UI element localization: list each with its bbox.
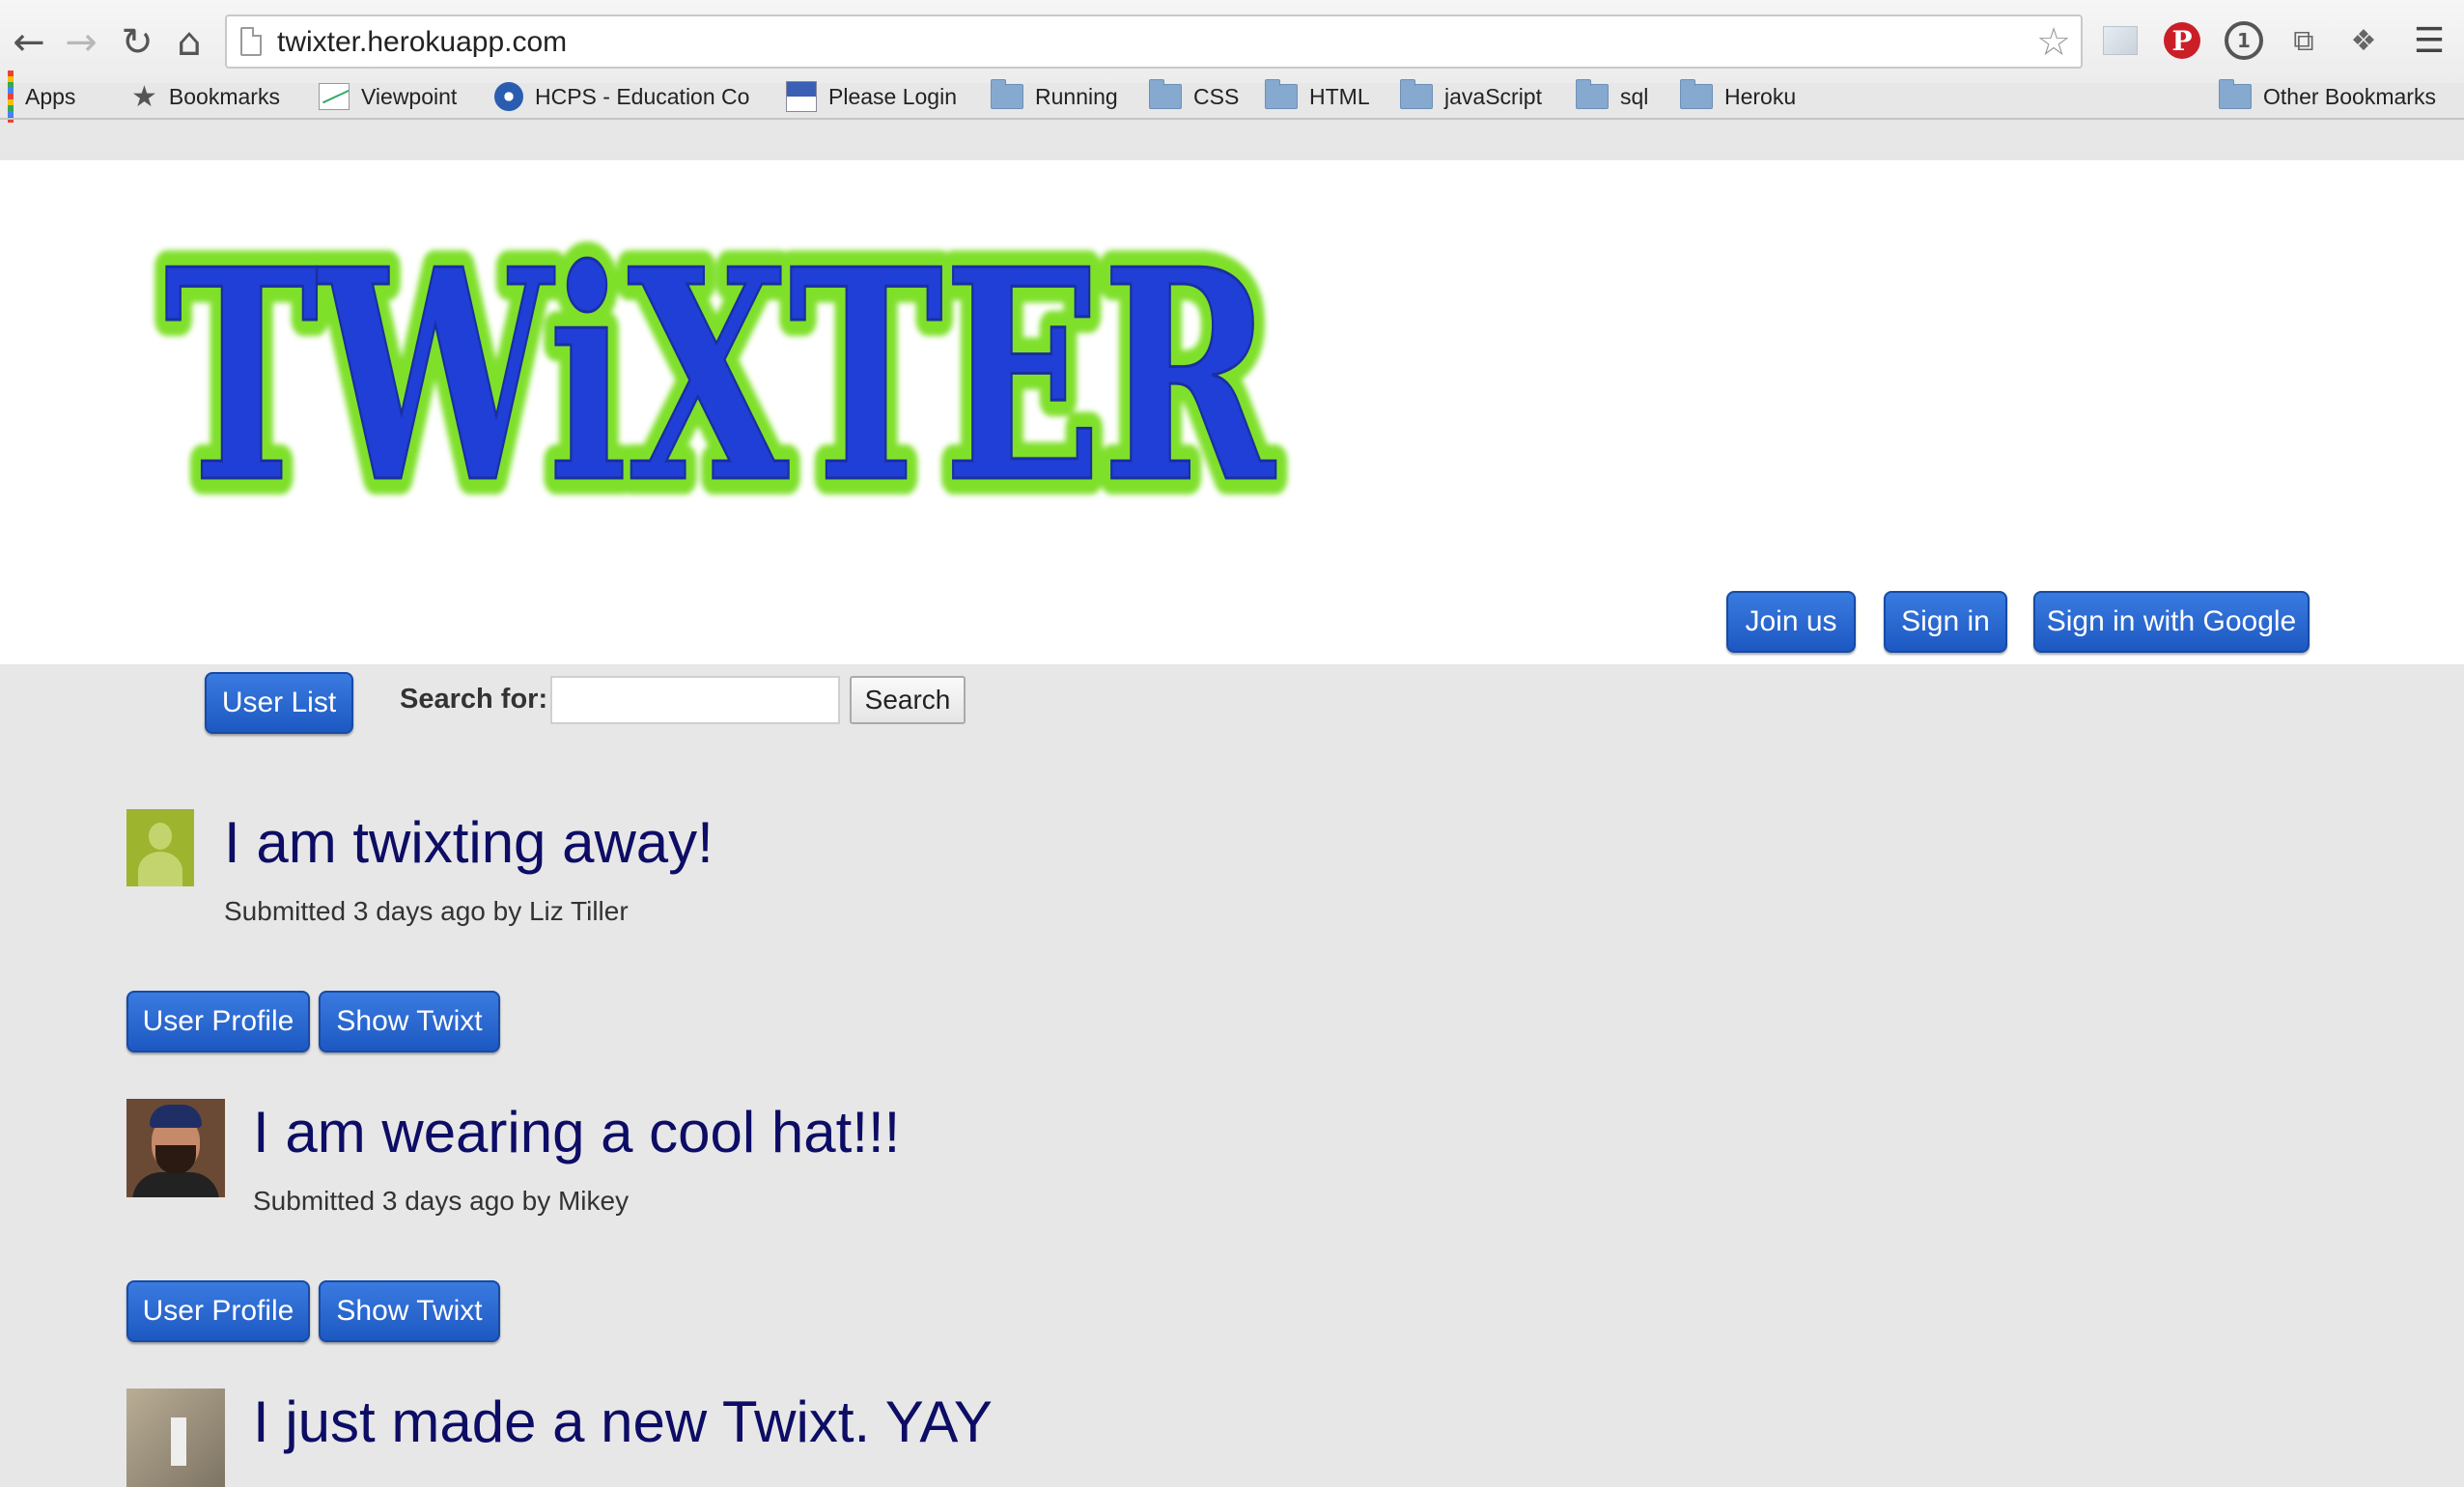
bookmark-bookmarks[interactable]: ★ Bookmarks: [131, 75, 280, 118]
bookmark-other[interactable]: Other Bookmarks: [2219, 75, 2436, 118]
folder-icon: [991, 79, 1023, 109]
star-icon: ★: [131, 79, 157, 114]
bookmark-folder-heroku[interactable]: Heroku: [1680, 75, 1796, 118]
back-arrow-icon[interactable]: ←: [6, 19, 52, 66]
svg-text:TWiXTER: TWiXTER: [164, 206, 1277, 521]
folder-icon: [1576, 79, 1609, 109]
url-text[interactable]: twixter.herokuapp.com: [277, 26, 567, 59]
post-title[interactable]: I am twixting away!: [224, 809, 714, 876]
user-avatar[interactable]: [126, 1389, 225, 1487]
divider: [0, 118, 2464, 120]
forward-arrow-icon[interactable]: →: [58, 19, 104, 66]
password-manager-icon[interactable]: 1: [2225, 21, 2263, 60]
default-avatar[interactable]: [126, 809, 194, 886]
twixter-logo[interactable]: TWiXTER TWiXTER: [145, 183, 1294, 521]
bookmark-label: sql: [1620, 83, 1649, 109]
show-twixt-button[interactable]: Show Twixt: [319, 1280, 500, 1342]
folder-icon: [1265, 79, 1298, 109]
bookmark-label: HTML: [1309, 83, 1370, 109]
bookmark-please-login[interactable]: Please Login: [786, 75, 957, 118]
bookmark-folder-javascript[interactable]: javaScript: [1400, 75, 1542, 118]
search-input[interactable]: [550, 676, 840, 724]
bookmark-label: javaScript: [1444, 83, 1542, 109]
user-profile-button[interactable]: User Profile: [126, 991, 310, 1052]
bookmark-folder-css[interactable]: CSS: [1149, 75, 1239, 118]
user-list-button[interactable]: User List: [205, 672, 353, 734]
post-title[interactable]: I am wearing a cool hat!!!: [253, 1099, 900, 1165]
puzzle-extension-icon[interactable]: ❖: [2344, 21, 2383, 60]
folder-icon: [1149, 79, 1182, 109]
hamburger-menu-icon[interactable]: ☰: [2410, 21, 2449, 61]
pinterest-icon[interactable]: P: [2163, 21, 2201, 60]
bookmark-label: Bookmarks: [168, 83, 280, 109]
bookmark-label: Apps: [25, 83, 76, 109]
photo-extension-icon[interactable]: [2101, 21, 2140, 60]
chart-icon: [319, 83, 350, 110]
bookmark-star-icon[interactable]: ☆: [2036, 20, 2071, 65]
reload-icon[interactable]: ↻: [114, 19, 160, 66]
apps-grid-icon: [8, 70, 14, 123]
globe-icon: [494, 82, 523, 111]
join-us-button[interactable]: Join us: [1726, 591, 1856, 653]
bookmark-label: HCPS - Education Co: [535, 83, 750, 109]
browser-toolbar: ← → ↻ ⌂ twixter.herokuapp.com ☆ P 1 ⧉ ❖ …: [0, 0, 2464, 83]
bookmark-folder-running[interactable]: Running: [991, 75, 1118, 118]
folder-icon: [1400, 79, 1433, 109]
bookmark-label: Other Bookmarks: [2263, 83, 2436, 109]
search-label: Search for:: [400, 684, 548, 715]
folder-icon: [2219, 79, 2252, 109]
site-icon: [786, 81, 817, 112]
bookmark-apps[interactable]: Apps: [8, 70, 76, 123]
user-profile-button[interactable]: User Profile: [126, 1280, 310, 1342]
copy-extension-icon[interactable]: ⧉: [2284, 21, 2323, 60]
bookmark-label: Please Login: [828, 83, 957, 109]
search-button[interactable]: Search: [850, 676, 966, 724]
post-meta: Submitted 3 days ago by Liz Tiller: [224, 896, 629, 926]
bookmark-label: Viewpoint: [361, 83, 458, 109]
google-sign-in-button[interactable]: Sign in with Google: [2033, 591, 2310, 653]
bookmark-hcps[interactable]: HCPS - Education Co: [494, 75, 763, 118]
address-bar[interactable]: twixter.herokuapp.com ☆: [225, 14, 2083, 69]
post-title[interactable]: I just made a new Twixt. YAY: [253, 1389, 993, 1455]
bookmarks-bar: Apps ★ Bookmarks Viewpoint HCPS - Educat…: [0, 70, 2464, 123]
bookmark-viewpoint[interactable]: Viewpoint: [319, 75, 457, 118]
sign-in-button[interactable]: Sign in: [1884, 591, 2007, 653]
bookmark-label: Running: [1035, 83, 1118, 109]
home-icon[interactable]: ⌂: [166, 19, 212, 66]
page-icon: [240, 27, 262, 56]
bookmark-label: Heroku: [1724, 83, 1797, 109]
bookmark-label: CSS: [1193, 83, 1240, 109]
folder-icon: [1680, 79, 1713, 109]
post-meta: Submitted 3 days ago by Mikey: [253, 1186, 630, 1216]
bookmark-folder-html[interactable]: HTML: [1265, 75, 1370, 118]
show-twixt-button[interactable]: Show Twixt: [319, 991, 500, 1052]
bookmark-folder-sql[interactable]: sql: [1576, 75, 1648, 118]
user-avatar[interactable]: [126, 1099, 225, 1197]
